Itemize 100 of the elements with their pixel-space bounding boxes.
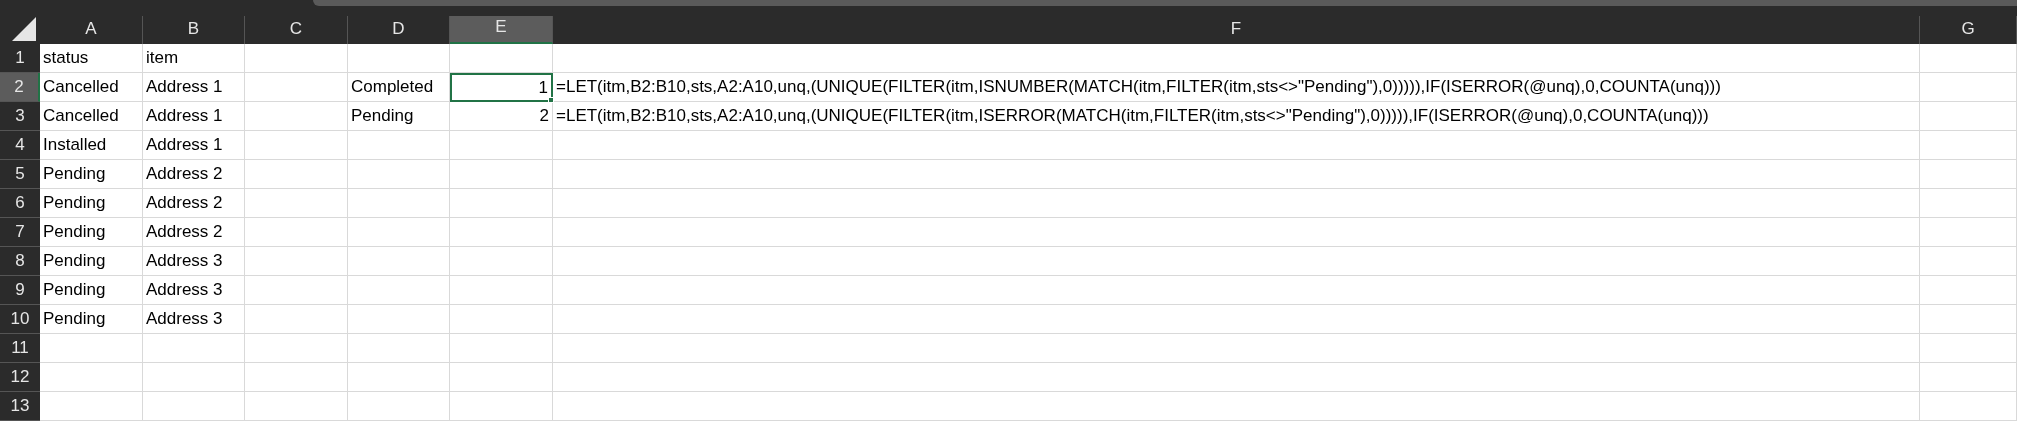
grid-cell[interactable] <box>1920 189 2017 218</box>
grid-cell[interactable]: Installed <box>40 131 143 160</box>
grid-cell[interactable] <box>245 363 348 392</box>
grid-cell[interactable] <box>553 247 1920 276</box>
grid-cell[interactable] <box>348 218 450 247</box>
grid-cell[interactable]: Completed <box>348 73 450 102</box>
grid-cell[interactable] <box>348 305 450 334</box>
grid-cell[interactable]: Cancelled <box>40 73 143 102</box>
grid-cell[interactable]: Address 3 <box>143 305 245 334</box>
column-header[interactable]: D <box>348 16 450 44</box>
grid-cell[interactable]: Pending <box>40 305 143 334</box>
grid-cell[interactable] <box>450 247 553 276</box>
grid-cell[interactable] <box>1920 131 2017 160</box>
grid-cell[interactable]: Address 3 <box>143 247 245 276</box>
row-header[interactable]: 3 <box>0 102 40 131</box>
grid-cell[interactable] <box>450 276 553 305</box>
grid-cell[interactable] <box>1920 334 2017 363</box>
grid-cell[interactable] <box>553 363 1920 392</box>
grid-cell[interactable]: Pending <box>40 276 143 305</box>
row-header[interactable]: 4 <box>0 131 40 160</box>
grid-cell[interactable] <box>245 218 348 247</box>
fill-handle[interactable] <box>548 97 554 103</box>
grid-cell[interactable]: Address 2 <box>143 218 245 247</box>
grid-cell[interactable] <box>348 392 450 421</box>
grid-cell[interactable] <box>348 160 450 189</box>
grid-cell[interactable] <box>245 73 348 102</box>
grid-cell[interactable] <box>1920 73 2017 102</box>
grid-cell[interactable] <box>348 276 450 305</box>
row-header[interactable]: 1 <box>0 44 40 73</box>
grid-cell[interactable] <box>245 189 348 218</box>
column-header[interactable]: E <box>450 16 553 44</box>
grid-cell[interactable] <box>245 334 348 363</box>
grid-cell[interactable] <box>245 305 348 334</box>
grid-cell[interactable]: Pending <box>40 189 143 218</box>
grid-cell[interactable] <box>40 334 143 363</box>
grid-cell[interactable] <box>450 392 553 421</box>
grid-cell[interactable]: =LET(itm,B2:B10,sts,A2:A10,unq,(UNIQUE(FILTER(itm,ISERROR(MATCH(itm,FILTER(itm,sts<>"Pending"),0))))),IF(ISERROR(@unq),0,COUNTA(unq))) <box>553 102 1920 131</box>
row-header[interactable]: 8 <box>0 247 40 276</box>
grid-cell[interactable] <box>553 160 1920 189</box>
row-header[interactable]: 13 <box>0 392 40 421</box>
row-header[interactable]: 11 <box>0 334 40 363</box>
grid-cell[interactable] <box>143 334 245 363</box>
grid-cell[interactable] <box>1920 392 2017 421</box>
row-header[interactable]: 9 <box>0 276 40 305</box>
grid-cell[interactable] <box>450 305 553 334</box>
grid-cell[interactable] <box>450 44 553 73</box>
grid-cell[interactable]: Address 2 <box>143 189 245 218</box>
grid-cell[interactable]: Pending <box>40 160 143 189</box>
grid-cell[interactable] <box>553 131 1920 160</box>
grid-cell[interactable] <box>348 131 450 160</box>
grid-cell[interactable]: =LET(itm,B2:B10,sts,A2:A10,unq,(UNIQUE(FILTER(itm,ISNUMBER(MATCH(itm,FILTER(itm,sts<>"Pending"),0))))),IF(ISERROR(@unq),0,COUNTA(unq))) <box>553 73 1920 102</box>
grid-cell[interactable] <box>143 392 245 421</box>
grid-cell[interactable] <box>348 189 450 218</box>
grid-cell[interactable] <box>143 363 245 392</box>
grid-cell[interactable]: Pending <box>40 218 143 247</box>
grid-cell[interactable] <box>1920 305 2017 334</box>
grid-cell[interactable] <box>450 363 553 392</box>
row-header[interactable]: 5 <box>0 160 40 189</box>
grid-cell[interactable] <box>1920 247 2017 276</box>
grid-cell[interactable] <box>245 247 348 276</box>
grid-cell[interactable] <box>553 305 1920 334</box>
grid-cell[interactable] <box>1920 363 2017 392</box>
row-header[interactable]: 10 <box>0 305 40 334</box>
grid-cell[interactable] <box>450 189 553 218</box>
grid-cell[interactable] <box>553 218 1920 247</box>
grid-cell[interactable] <box>348 44 450 73</box>
grid-cell[interactable] <box>1920 160 2017 189</box>
grid-cell[interactable]: Pending <box>348 102 450 131</box>
grid-cell[interactable] <box>553 44 1920 73</box>
grid-cell[interactable]: Cancelled <box>40 102 143 131</box>
grid-cell[interactable] <box>1920 276 2017 305</box>
grid-cell[interactable] <box>245 131 348 160</box>
grid-cell[interactable] <box>553 276 1920 305</box>
grid-cell[interactable] <box>1920 44 2017 73</box>
grid-cell[interactable] <box>245 160 348 189</box>
column-header[interactable]: F <box>553 16 1920 44</box>
grid-cell[interactable] <box>553 334 1920 363</box>
row-header[interactable]: 6 <box>0 189 40 218</box>
active-cell[interactable]: 1 <box>450 73 553 102</box>
grid-cell[interactable]: status <box>40 44 143 73</box>
grid-cell[interactable] <box>348 247 450 276</box>
grid-cell[interactable] <box>450 160 553 189</box>
grid-cell[interactable] <box>553 189 1920 218</box>
column-header[interactable]: A <box>40 16 143 44</box>
row-header[interactable]: 7 <box>0 218 40 247</box>
grid-cell[interactable] <box>348 363 450 392</box>
column-header[interactable]: G <box>1920 16 2017 44</box>
grid-cell[interactable] <box>348 334 450 363</box>
grid-cell[interactable] <box>450 334 553 363</box>
grid-cell[interactable]: Address 2 <box>143 160 245 189</box>
grid-cell[interactable]: item <box>143 44 245 73</box>
grid-cell[interactable] <box>1920 218 2017 247</box>
grid-cell[interactable] <box>245 102 348 131</box>
row-header[interactable]: 12 <box>0 363 40 392</box>
grid-cell[interactable]: Address 1 <box>143 73 245 102</box>
grid-cell[interactable]: Address 3 <box>143 276 245 305</box>
row-header[interactable]: 2 <box>0 73 40 102</box>
grid-cell[interactable]: Address 1 <box>143 102 245 131</box>
grid-cell[interactable] <box>40 392 143 421</box>
column-header[interactable]: C <box>245 16 348 44</box>
